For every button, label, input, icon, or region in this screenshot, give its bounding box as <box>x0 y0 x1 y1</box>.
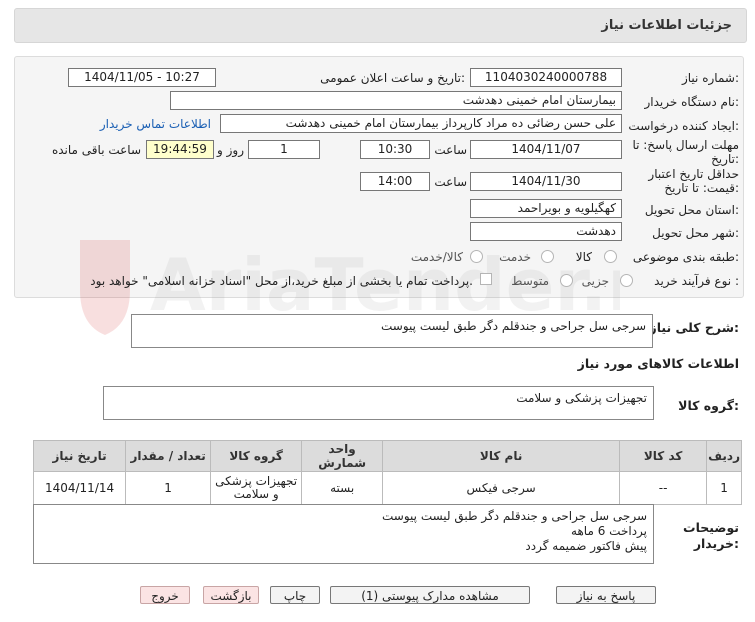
cell-group: تجهیزات پزشکی و سلامت <box>210 471 303 505</box>
col-qty: تعداد / مقدار <box>125 440 212 472</box>
category-goods-radio[interactable] <box>604 250 617 263</box>
cell-row: 1 <box>706 471 742 505</box>
description-label: شرح کلی نیاز: <box>649 320 740 335</box>
buyer-notes-label-2: خریدار: <box>693 536 739 551</box>
reply-button[interactable]: پاسخ به نیاز <box>556 586 656 604</box>
buyer-org-label: نام دستگاه خریدار: <box>644 95 740 109</box>
buyer-notes-box[interactable]: سرجی سل جراحی و جندقلم دگر طبق لیست پیوس… <box>33 504 654 564</box>
city-field[interactable]: دهدشت <box>470 222 622 241</box>
treasury-payment-checkbox[interactable] <box>480 273 492 285</box>
days-label: روز و <box>217 143 244 157</box>
announce-field[interactable]: 1404/11/05 - 10:27 <box>68 68 216 87</box>
buyer-notes-label: توضیحات <box>683 520 739 535</box>
deadline-time-label: ساعت <box>434 143 467 157</box>
category-goods-service-radio[interactable] <box>470 250 483 263</box>
col-group: گروه کالا <box>210 440 303 472</box>
buyer-org-field[interactable]: بیمارستان امام خمینی دهدشت <box>170 91 622 110</box>
table-row[interactable]: 1 -- سرجی فیکس بسته تجهیزات پزشکی و سلام… <box>32 471 742 505</box>
exit-button[interactable]: خروج <box>140 586 190 604</box>
days-remaining-field: 1 <box>248 140 320 159</box>
category-goods-label: کالا <box>575 250 592 264</box>
buyer-notes-line: پیش فاکتور ضمیمه گردد <box>525 539 647 553</box>
process-minor-radio[interactable] <box>620 274 633 287</box>
category-service-label: خدمت <box>499 250 531 264</box>
print-button[interactable]: چاپ <box>270 586 320 604</box>
deadline-label: مهلت ارسال پاسخ: تا <box>632 138 739 152</box>
buyer-notes-line: پرداخت 6 ماهه <box>571 524 647 538</box>
process-label: نوع فرآیند خرید : <box>654 274 739 288</box>
goods-group-label: گروه کالا: <box>678 398 739 413</box>
city-label: شهر محل تحویل: <box>652 226 739 240</box>
back-button[interactable]: بازگشت <box>203 586 259 604</box>
page-header: جزئیات اطلاعات نیاز <box>14 8 747 43</box>
province-label: استان محل تحویل: <box>644 203 739 217</box>
cell-code: -- <box>619 471 708 505</box>
goods-info-title: اطلاعات کالاهای مورد نیاز <box>577 356 739 371</box>
category-label: طبقه بندی موضوعی: <box>632 250 739 264</box>
process-minor-label: جزیی <box>581 274 609 288</box>
category-service-radio[interactable] <box>541 250 554 263</box>
price-validity-label: حداقل تاریخ اعتبار <box>648 167 739 181</box>
col-name: نام کالا <box>382 440 621 472</box>
need-number-label: شماره نیاز: <box>681 71 739 85</box>
description-box[interactable]: سرجی سل جراحی و جندقلم دگر طبق لیست پیوس… <box>131 314 653 348</box>
goods-group-box[interactable]: تجهیزات پزشکی و سلامت <box>103 386 654 420</box>
need-number-field[interactable]: 1104030240000788 <box>470 68 622 87</box>
deadline-label-date: تاریخ: <box>711 152 739 166</box>
treasury-payment-note: پرداخت تمام یا بخشی از مبلغ خرید،از محل … <box>90 274 473 288</box>
buyer-notes-line: سرجی سل جراحی و جندقلم دگر طبق لیست پیوس… <box>382 509 647 523</box>
process-medium-label: متوسط <box>511 274 549 288</box>
buyer-contact-link[interactable]: اطلاعات تماس خریدار <box>100 117 211 131</box>
col-unit: واحد شمارش <box>301 440 384 472</box>
cell-name: سرجی فیکس <box>382 471 621 505</box>
cell-unit: بسته <box>301 471 384 505</box>
goods-table: ردیف کد کالا نام کالا واحد شمارش گروه کا… <box>32 440 742 505</box>
page-title: جزئیات اطلاعات نیاز <box>601 18 732 33</box>
attachments-button[interactable]: مشاهده مدارک پیوستی (1) <box>330 586 530 604</box>
col-code: کد کالا <box>619 440 708 472</box>
deadline-time-field[interactable]: 10:30 <box>360 140 430 159</box>
announce-label: تاریخ و ساعت اعلان عمومی: <box>320 71 465 85</box>
cell-date: 1404/11/14 <box>32 471 127 505</box>
category-goods-service-label: کالا/خدمت <box>410 250 463 264</box>
requester-field[interactable]: علی حسن رضائی ده مراد کارپرداز بیمارستان… <box>220 114 622 133</box>
table-header-row: ردیف کد کالا نام کالا واحد شمارش گروه کا… <box>32 440 742 472</box>
province-field[interactable]: کهگیلویه و بویراحمد <box>470 199 622 218</box>
process-medium-radio[interactable] <box>560 274 573 287</box>
price-validity-date-field[interactable]: 1404/11/30 <box>470 172 622 191</box>
requester-label: ایجاد کننده درخواست: <box>628 119 739 133</box>
col-date: تاریخ نیاز <box>32 440 127 472</box>
cell-qty: 1 <box>125 471 212 505</box>
col-row: ردیف <box>706 440 742 472</box>
remaining-label: ساعت باقی مانده <box>51 143 141 157</box>
price-validity-label-date: قیمت: تا تاریخ: <box>664 181 739 195</box>
countdown-timer: 19:44:59 <box>146 140 214 159</box>
price-validity-time-field[interactable]: 14:00 <box>360 172 430 191</box>
deadline-date-field[interactable]: 1404/11/07 <box>470 140 622 159</box>
price-validity-time-label: ساعت <box>434 175 467 189</box>
